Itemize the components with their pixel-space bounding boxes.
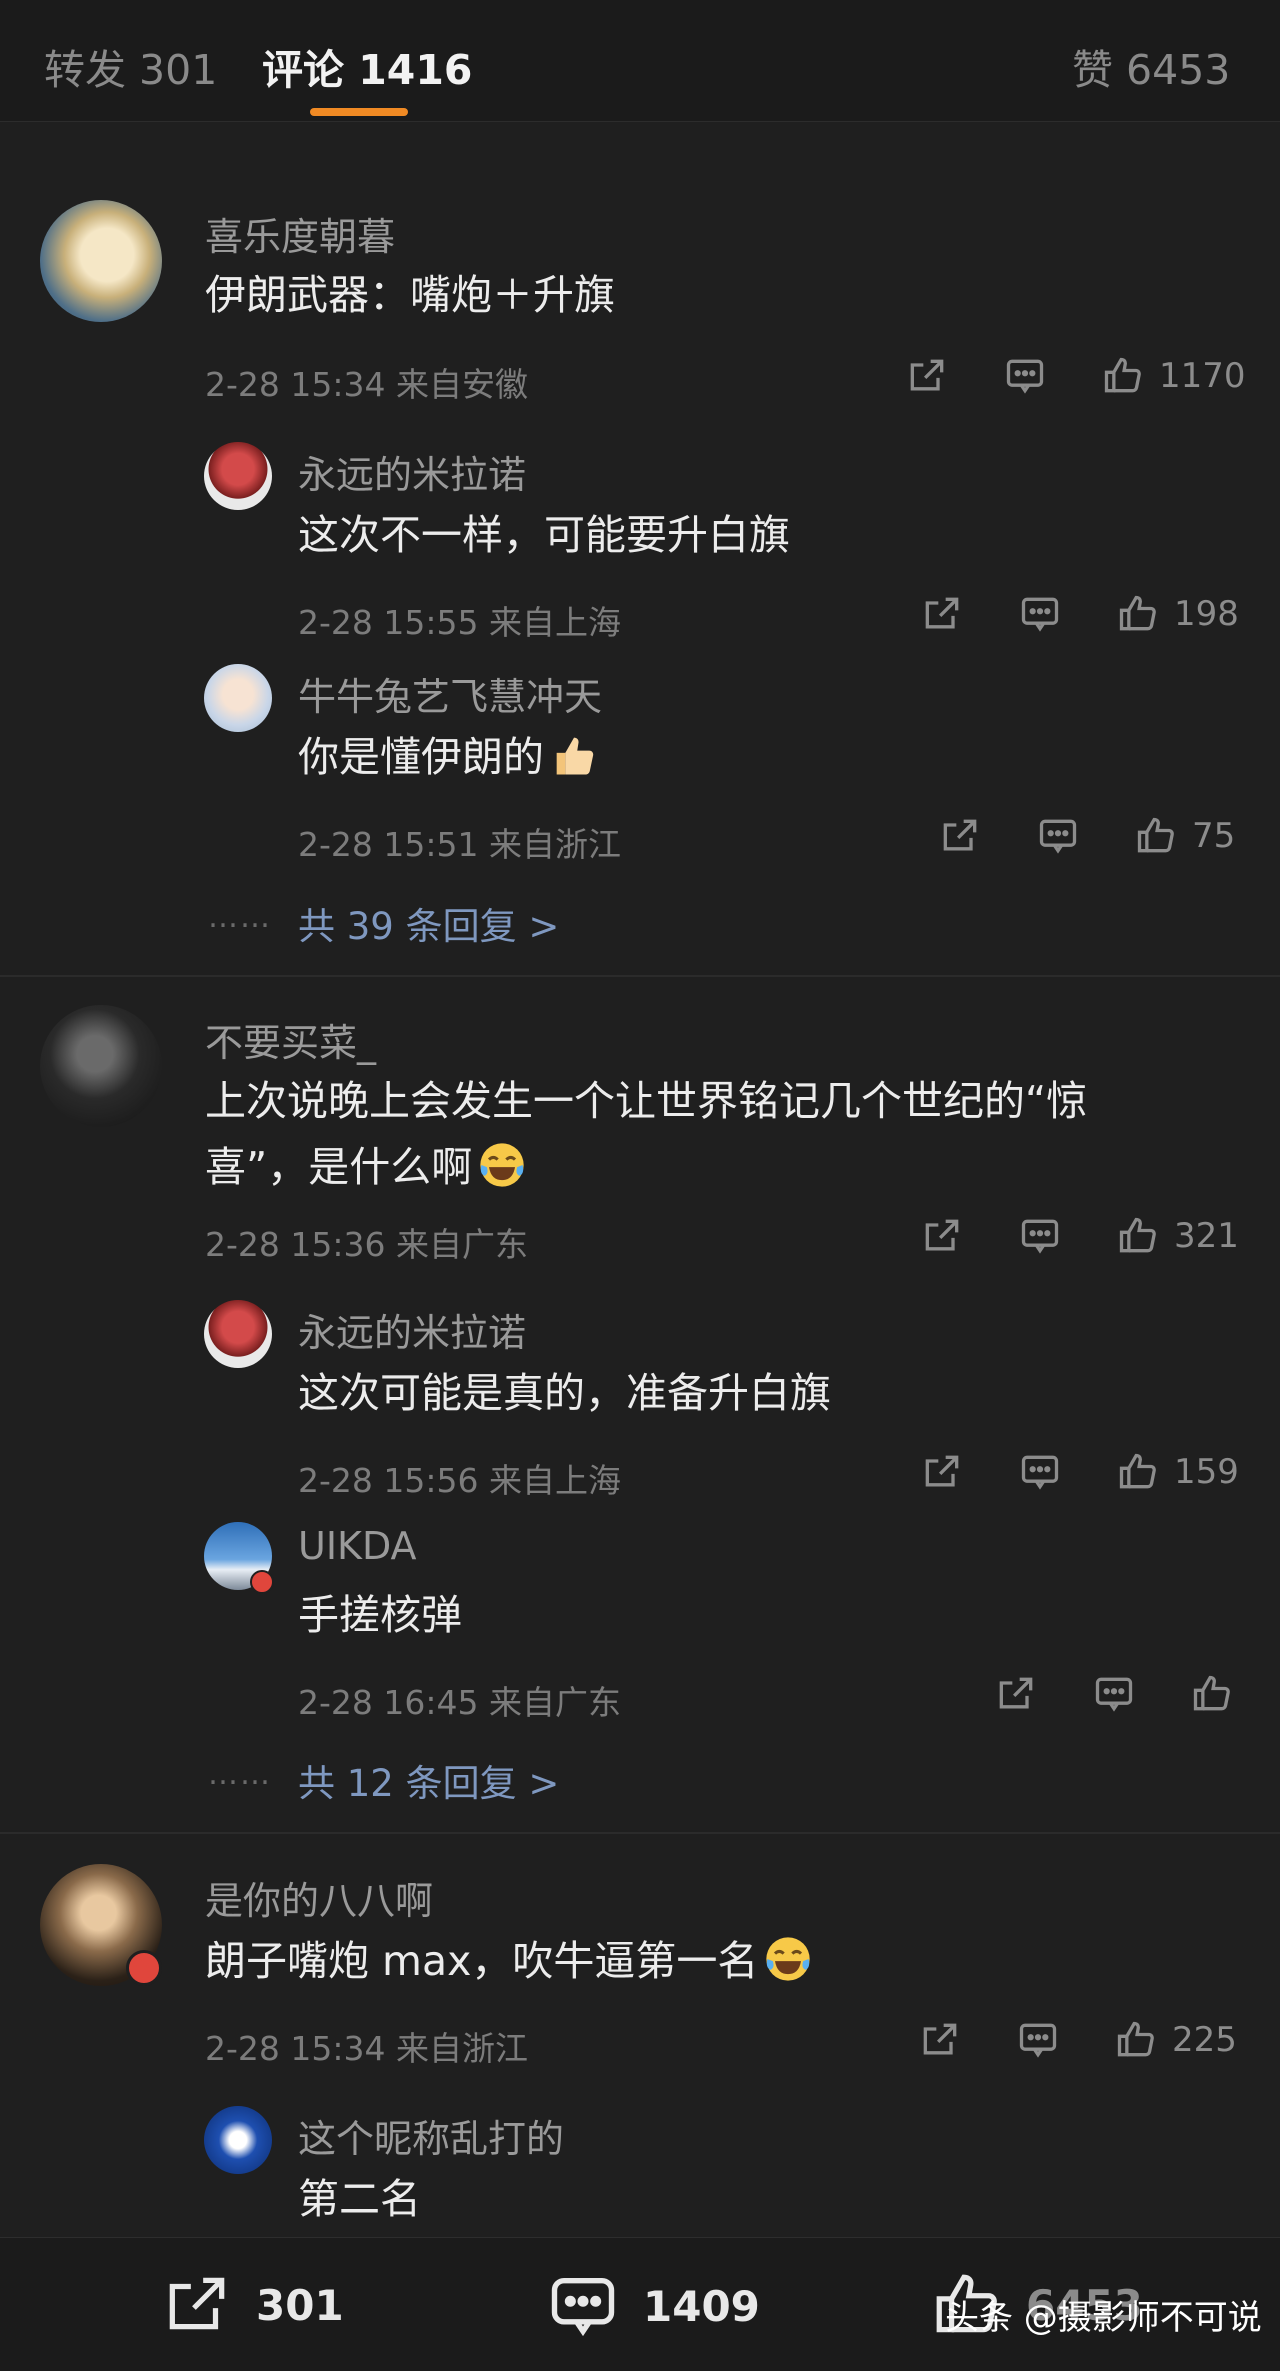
- divider: [0, 1832, 1280, 1834]
- watermark: 头条 @摄影师不可说: [945, 2298, 1262, 2338]
- comment-username[interactable]: 不要买菜_: [205, 1012, 376, 1067]
- like-button[interactable]: 198: [1116, 592, 1239, 636]
- like-button[interactable]: 1170: [1101, 354, 1246, 398]
- laughing-tears-icon: [766, 1937, 811, 1981]
- comment-actions: 1170: [905, 354, 1246, 398]
- like-count: 321: [1174, 1216, 1239, 1256]
- share-count: 301: [256, 2280, 344, 2330]
- comment-actions: 321: [920, 1214, 1239, 1258]
- comment-text: 伊朗武器：嘴炮＋升旗: [205, 271, 615, 319]
- reply-text: 第二名: [298, 2175, 421, 2223]
- comment-icon[interactable]: [1092, 1672, 1136, 1716]
- comment-count: 1409: [643, 2281, 760, 2331]
- more-replies-link[interactable]: 共 12 条回复 >: [298, 1753, 559, 1807]
- like-count: 159: [1174, 1452, 1239, 1492]
- more-replies-link[interactable]: 共 39 条回复 >: [298, 896, 559, 950]
- comment-text-line-2: 喜”，是什么啊: [205, 1143, 473, 1191]
- reply-meta: 2-28 15:55 来自上海: [298, 603, 621, 642]
- bottom-share-button[interactable]: 301: [160, 2268, 344, 2342]
- share-icon[interactable]: [920, 1214, 964, 1258]
- share-icon[interactable]: [920, 592, 964, 636]
- comment-meta: 2-28 15:36 来自广东: [205, 1225, 528, 1264]
- reply-actions: 198: [920, 592, 1239, 636]
- comment-icon[interactable]: [1018, 1450, 1062, 1494]
- share-icon: [169, 2277, 225, 2330]
- more-dots: ……: [208, 1757, 272, 1792]
- divider: [0, 975, 1280, 977]
- like-count: 225: [1172, 2020, 1237, 2060]
- avatar[interactable]: [204, 664, 272, 732]
- reply-text: 这次可能是真的，准备升白旗: [298, 1369, 831, 1417]
- like-count: 75: [1192, 816, 1236, 856]
- like-count: 1170: [1159, 356, 1246, 396]
- reply-username[interactable]: 永远的米拉诺: [298, 1302, 526, 1357]
- verified-badge: [126, 1950, 162, 1986]
- share-icon[interactable]: [938, 814, 982, 858]
- tab-comments[interactable]: 评论 1416: [262, 36, 472, 96]
- comment-meta: 2-28 15:34 来自浙江: [205, 2029, 528, 2068]
- avatar[interactable]: [40, 200, 162, 322]
- comment-icon[interactable]: [1018, 1214, 1062, 1258]
- reply-text: 这次不一样，可能要升白旗: [298, 511, 790, 559]
- comment-icon[interactable]: [1003, 354, 1047, 398]
- comment-username[interactable]: 是你的八八啊: [205, 1870, 433, 1925]
- comment-icon[interactable]: [1018, 592, 1062, 636]
- like-button[interactable]: 321: [1116, 1214, 1239, 1258]
- reply-text: 手搓核弹: [298, 1591, 462, 1639]
- laughing-tears-icon: [480, 1143, 524, 1187]
- like-button[interactable]: 75: [1134, 814, 1235, 858]
- tab-likes[interactable]: 赞 6453: [1072, 36, 1230, 96]
- reply-actions: 159: [920, 1450, 1239, 1494]
- share-icon[interactable]: [920, 1450, 964, 1494]
- thumbs-up-icon: [556, 737, 594, 775]
- reply-actions: 75: [938, 814, 1235, 858]
- comment-text-line-1: 上次说晚上会发生一个让世界铭记几个世纪的“惊: [205, 1077, 1088, 1125]
- avatar[interactable]: [204, 442, 272, 510]
- reply-meta: 2-28 16:45 来自广东: [298, 1683, 621, 1722]
- reply-meta: 2-28 15:56 来自上海: [298, 1461, 621, 1500]
- reply-meta: 2-28 15:51 来自浙江: [298, 825, 621, 864]
- share-icon[interactable]: [905, 354, 949, 398]
- like-button[interactable]: 159: [1116, 1450, 1239, 1494]
- reply-username[interactable]: UIKDA: [298, 1524, 417, 1568]
- share-icon[interactable]: [918, 2018, 962, 2062]
- comment-icon: [551, 2277, 615, 2337]
- comment-text: 喜”，是什么啊: [205, 1134, 528, 1200]
- avatar[interactable]: [204, 2106, 272, 2174]
- like-button[interactable]: [1190, 1672, 1234, 1716]
- like-count: 198: [1174, 594, 1239, 634]
- share-icon[interactable]: [994, 1672, 1038, 1716]
- comment-username[interactable]: 喜乐度朝暮: [205, 206, 395, 261]
- comment-text: 朗子嘴炮 max，吹牛逼第一名: [205, 1928, 814, 1994]
- reply-text-content: 你是懂伊朗的: [298, 733, 544, 781]
- reply-username[interactable]: 这个昵称乱打的: [298, 2108, 564, 2163]
- active-tab-indicator: [310, 108, 408, 116]
- more-dots: ……: [208, 900, 272, 935]
- tab-reposts[interactable]: 转发 301: [44, 36, 217, 96]
- verified-badge: [250, 1570, 274, 1594]
- reply-actions: [994, 1672, 1234, 1716]
- comment-icon[interactable]: [1036, 814, 1080, 858]
- avatar[interactable]: [204, 1300, 272, 1368]
- reply-username[interactable]: 永远的米拉诺: [298, 444, 526, 499]
- avatar[interactable]: [40, 1005, 162, 1127]
- bottom-comment-button[interactable]: 1409: [545, 2268, 760, 2344]
- comment-meta: 2-28 15:34 来自安徽: [205, 365, 528, 404]
- comment-actions: 225: [918, 2018, 1237, 2062]
- reply-text: 你是懂伊朗的: [298, 724, 600, 790]
- tab-bar: 转发 301 评论 1416 赞 6453: [0, 0, 1280, 122]
- comment-text-content: 朗子嘴炮 max，吹牛逼第一名: [205, 1937, 759, 1985]
- like-button[interactable]: 225: [1114, 2018, 1237, 2062]
- reply-username[interactable]: 牛牛兔艺飞慧冲天: [298, 666, 602, 721]
- comment-icon[interactable]: [1016, 2018, 1060, 2062]
